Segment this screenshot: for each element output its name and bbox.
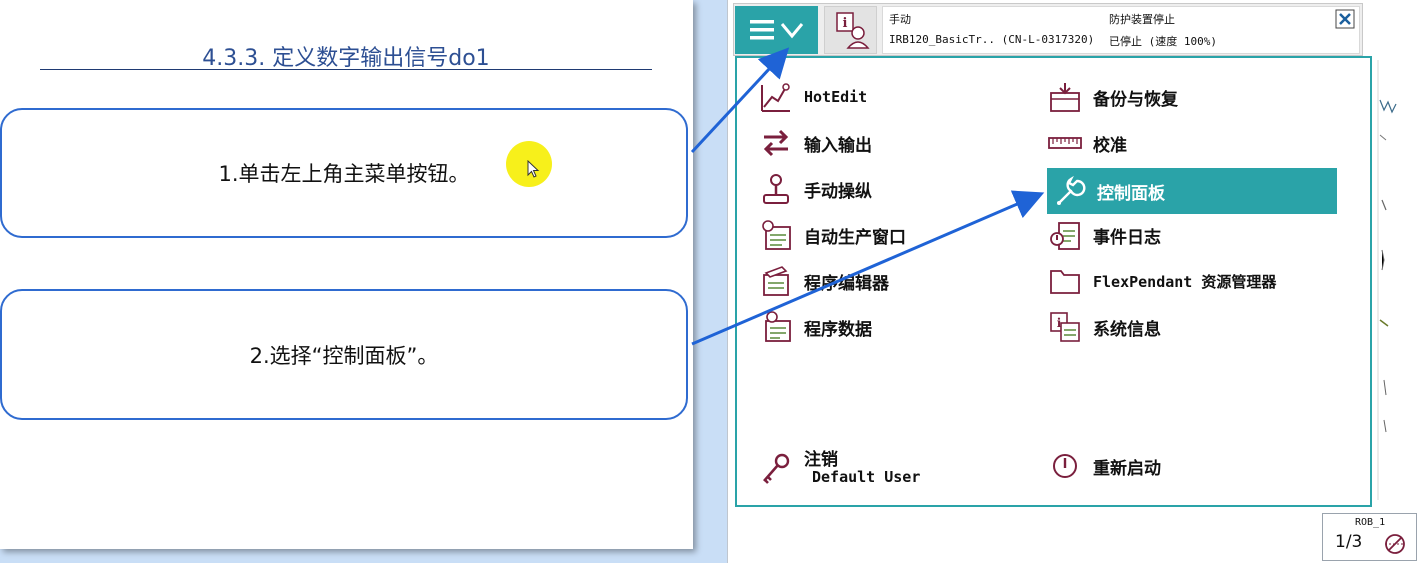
program-data-icon	[765, 311, 791, 342]
menu-item-program-data[interactable]: 程序数据	[758, 308, 1018, 346]
menu-item-flexpendant-explorer[interactable]: FlexPendant 资源管理器	[1047, 262, 1347, 300]
restart-label: 重新启动	[1093, 458, 1161, 479]
system-info-icon: i	[1050, 312, 1080, 342]
title-divider	[40, 69, 652, 70]
menu-item-system-info[interactable]: i 系统信息	[1047, 308, 1337, 346]
menu-item-backup-restore[interactable]: 备份与恢复	[1047, 78, 1337, 116]
event-info-button[interactable]: i	[824, 6, 877, 54]
menu-item-calibration[interactable]: 校准	[1047, 124, 1337, 162]
wrench-icon	[1057, 175, 1086, 205]
controller-text: IRB120_BasicTr.. (CN-L-0317320)	[889, 33, 1095, 46]
menu-item-hotedit[interactable]: HotEdit	[758, 78, 1018, 116]
hamburger-chevron-icon	[749, 20, 803, 40]
info-user-icon: i	[835, 12, 870, 49]
no-motion-icon	[1385, 534, 1405, 554]
folder-icon	[1050, 270, 1080, 294]
menu-item-program-editor[interactable]: 程序编辑器	[758, 262, 1018, 300]
current-user: Default User	[812, 468, 921, 486]
menu-item-label: 程序编辑器	[804, 273, 889, 294]
menu-item-label: 程序数据	[804, 319, 872, 340]
background-window-edge	[1377, 60, 1397, 500]
menu-item-control-panel[interactable]: 控制面板	[1047, 168, 1337, 214]
slide-title: 4.3.3. 定义数字输出信号do1	[202, 46, 490, 71]
step-2-text: 2.选择“控制面板”。	[249, 343, 439, 368]
main-menu-button[interactable]	[735, 6, 818, 54]
robot-name: ROB_1	[1355, 517, 1386, 528]
menu-item-label: 系统信息	[1093, 319, 1161, 340]
step-1-box: 1.单击左上角主菜单按钮。	[0, 108, 688, 238]
menu-item-label: FlexPendant 资源管理器	[1093, 272, 1277, 291]
safety-text: 防护装置停止	[1109, 13, 1175, 26]
restart-button[interactable]: 重新启动	[1047, 447, 1247, 485]
menu-item-label: 备份与恢复	[1093, 89, 1178, 110]
menu-item-label: 手动操纵	[804, 181, 872, 202]
menu-item-label: 控制面板	[1097, 183, 1165, 204]
mode-text: 手动	[889, 13, 911, 26]
hotedit-icon	[761, 83, 790, 112]
mouse-pointer-icon	[527, 160, 540, 178]
menu-item-io[interactable]: 输入输出	[758, 124, 1018, 162]
menu-item-label: 输入输出	[804, 135, 872, 156]
menu-item-label: 事件日志	[1093, 227, 1161, 248]
close-icon[interactable]	[1335, 9, 1355, 29]
task-fraction: 1/3	[1335, 532, 1363, 552]
run-state-text: 已停止 (速度 100%)	[1109, 35, 1217, 48]
logout-button[interactable]: 注销 Default User	[758, 443, 978, 493]
io-arrows-icon	[763, 129, 789, 157]
auto-production-icon	[762, 220, 791, 250]
menu-item-label: HotEdit	[804, 88, 868, 106]
svg-text:i: i	[842, 16, 847, 31]
key-icon	[763, 453, 790, 484]
menu-item-label: 校准	[1093, 135, 1127, 156]
power-icon	[1053, 454, 1077, 478]
backup-restore-icon	[1050, 83, 1080, 112]
status-info: 手动 IRB120_BasicTr.. (CN-L-0317320) 防护装置停…	[882, 6, 1360, 54]
event-log-icon	[1050, 222, 1080, 250]
menu-item-event-log[interactable]: 事件日志	[1047, 216, 1337, 254]
joystick-icon	[763, 174, 789, 204]
task-status-box[interactable]: ROB_1 1/3	[1322, 513, 1417, 561]
menu-item-label: 自动生产窗口	[804, 227, 906, 248]
step-1-text: 1.单击左上角主菜单按钮。	[218, 162, 470, 186]
calibration-icon	[1048, 137, 1082, 149]
menu-item-production-window[interactable]: 自动生产窗口	[758, 216, 1018, 254]
step-2-box: 2.选择“控制面板”。	[0, 289, 688, 420]
program-editor-icon	[763, 266, 789, 296]
instruction-slide: 4.3.3. 定义数字输出信号do1 1.单击左上角主菜单按钮。 2.选择“控制…	[0, 0, 693, 549]
menu-item-jogging[interactable]: 手动操纵	[758, 170, 1018, 208]
logout-label: 注销	[804, 450, 838, 470]
